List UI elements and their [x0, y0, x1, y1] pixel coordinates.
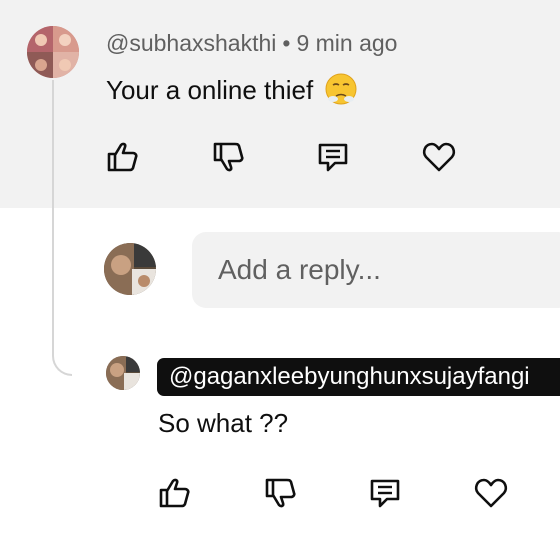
comment-time: 9 min ago: [296, 30, 398, 56]
comment-meta: @subhaxshakthi • 9 min ago: [106, 30, 397, 57]
steam-from-nose-emoji: [324, 72, 358, 106]
current-user-avatar: [104, 243, 156, 295]
reply-text: So what ??: [158, 408, 289, 438]
comment-icon: [318, 143, 348, 172]
thumbs-down-icon: [213, 142, 244, 172]
heart-icon: [422, 142, 456, 172]
reply-author-avatar[interactable]: [106, 356, 140, 390]
reply-actions: [156, 474, 510, 512]
commenter-avatar[interactable]: [27, 26, 79, 78]
reply-mention[interactable]: @gaganxleebyunghunxsujayfangi: [157, 358, 560, 396]
thumbs-up-icon: [107, 142, 138, 172]
comment-text-content: Your a online thief: [106, 75, 314, 105]
reply-heart-button[interactable]: [472, 474, 510, 512]
like-button[interactable]: [104, 138, 142, 176]
add-reply-placeholder: Add a reply...: [218, 254, 381, 285]
heart-button[interactable]: [420, 138, 458, 176]
reply-button[interactable]: [314, 138, 352, 176]
comment-icon: [370, 479, 400, 508]
comment-author[interactable]: @subhaxshakthi: [106, 30, 276, 56]
reply-dislike-button[interactable]: [262, 474, 300, 512]
heart-icon: [474, 478, 508, 508]
add-reply-input[interactable]: Add a reply...: [192, 232, 560, 308]
reply-like-button[interactable]: [156, 474, 194, 512]
meta-separator: •: [282, 30, 291, 56]
thumbs-down-icon: [265, 478, 296, 508]
thread-connector-line: [52, 80, 72, 376]
reply-reply-button[interactable]: [366, 474, 404, 512]
comment-text: Your a online thief: [106, 72, 358, 106]
comment-actions: [104, 138, 458, 176]
dislike-button[interactable]: [210, 138, 248, 176]
thumbs-up-icon: [159, 478, 190, 508]
